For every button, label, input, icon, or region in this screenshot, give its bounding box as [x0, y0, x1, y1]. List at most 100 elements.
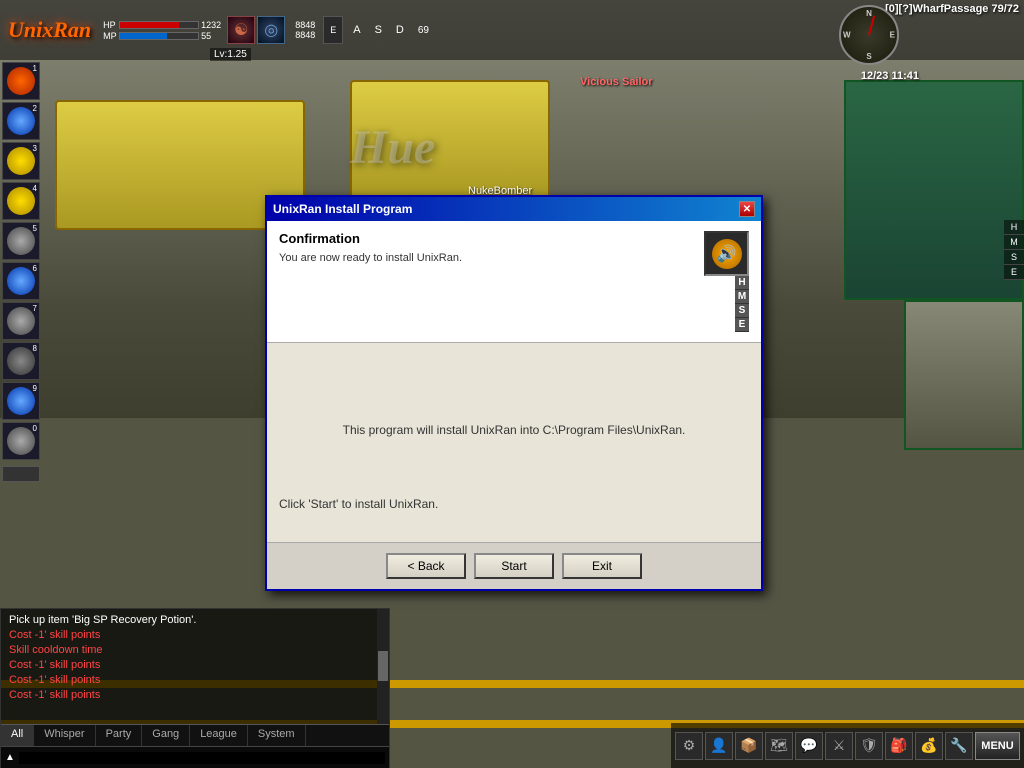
- skill-num-0: 0: [33, 424, 37, 433]
- skill-slot-6[interactable]: 6: [2, 262, 40, 300]
- skill-slot-8[interactable]: 8: [2, 342, 40, 380]
- skill-icon-1: [7, 67, 35, 95]
- compass-needle: [868, 15, 875, 35]
- hp-bar-fill: [120, 22, 179, 28]
- skill-slot-4[interactable]: 4: [2, 182, 40, 220]
- skill-slot-1[interactable]: 1: [2, 62, 40, 100]
- dialog-top-text: Confirmation You are now ready to instal…: [279, 231, 694, 264]
- skill-num-5: 5: [33, 224, 37, 233]
- chat-tab-all[interactable]: All: [1, 725, 34, 746]
- dialog-install-path-text: This program will install UnixRan into C…: [279, 423, 749, 437]
- dialog-icon-box: 🔊: [704, 231, 749, 276]
- skill-num-1: 1: [33, 64, 37, 73]
- dialog-content: Confirmation You are now ready to instal…: [267, 221, 761, 589]
- mini-icon-e: E: [735, 318, 749, 332]
- top-icon-1[interactable]: ☯: [227, 16, 255, 44]
- hp-label: HP: [103, 20, 117, 30]
- compass-w: W: [843, 31, 851, 40]
- br-icon-5[interactable]: 💬: [795, 732, 823, 760]
- install-dialog: UnixRan Install Program ✕ Confirmation Y…: [265, 195, 763, 591]
- chat-input[interactable]: [19, 752, 385, 764]
- top-icon-2[interactable]: ◎: [257, 16, 285, 44]
- mp-bar-fill: [120, 33, 167, 39]
- skill-slot-7[interactable]: 7: [2, 302, 40, 340]
- dialog-exit-button[interactable]: Exit: [562, 553, 642, 579]
- chat-line-1: Cost -1' skill points: [9, 628, 381, 643]
- energy2-val: 8848: [295, 30, 315, 40]
- compass-circle: N S E W: [839, 5, 899, 65]
- speaker-icon: 🔊: [712, 239, 742, 269]
- mp-label: MP: [103, 31, 117, 41]
- dialog-icon-area: 🔊 H M S E: [704, 231, 749, 332]
- right-icon-h: H: [1004, 220, 1024, 235]
- br-icon-7[interactable]: 🛡: [855, 732, 883, 760]
- mp-bar: [119, 32, 199, 40]
- skill-bottom-bar: [2, 466, 40, 482]
- br-icon-3[interactable]: 📦: [735, 732, 763, 760]
- attr-s: S: [375, 24, 382, 36]
- br-icon-6[interactable]: ⚔: [825, 732, 853, 760]
- br-icon-8[interactable]: 🎒: [885, 732, 913, 760]
- val-69: 69: [414, 25, 433, 36]
- skill-icon-9: [7, 387, 35, 415]
- br-icon-10[interactable]: 🔧: [945, 732, 973, 760]
- attr-d: D: [396, 24, 404, 36]
- chat-line-3: Cost -1' skill points: [9, 658, 381, 673]
- chat-scrollbar-thumb[interactable]: [378, 651, 388, 681]
- menu-button[interactable]: MENU: [975, 732, 1020, 760]
- skill-num-2: 2: [33, 104, 37, 113]
- chat-line-5: Cost -1' skill points: [9, 688, 381, 703]
- skill-bar: 1 2 3 4 5 6 7 8 9 0: [0, 60, 42, 484]
- skill-icon-6: [7, 267, 35, 295]
- skill-num-8: 8: [33, 344, 37, 353]
- br-icon-9[interactable]: 💰: [915, 732, 943, 760]
- dialog-titlebar: UnixRan Install Program ✕: [267, 197, 761, 221]
- skill-slot-5[interactable]: 5: [2, 222, 40, 260]
- dialog-section-title: Confirmation: [279, 231, 694, 246]
- container-right: [844, 80, 1024, 300]
- datetime-display: 12/23 11:41: [861, 70, 919, 82]
- hp-mp-group: HP 1232 MP 55: [103, 20, 221, 41]
- attr-labels: A S D: [347, 24, 410, 36]
- mp-value: 55: [201, 31, 211, 41]
- skill-icon-2: [7, 107, 35, 135]
- skill-slot-3[interactable]: 3: [2, 142, 40, 180]
- compass-n: N: [866, 9, 872, 18]
- dialog-close-button[interactable]: ✕: [739, 201, 755, 217]
- skill-slot-0[interactable]: 0: [2, 422, 40, 460]
- bottom-right-panel: ⚙ 👤 📦 🗺 💬 ⚔ 🛡 🎒 💰 🔧 MENU: [671, 723, 1024, 768]
- location-text: [0][?]WharfPassage 79/72: [885, 3, 1019, 15]
- br-icon-4[interactable]: 🗺: [765, 732, 793, 760]
- dialog-back-button[interactable]: < Back: [386, 553, 466, 579]
- skill-slot-9[interactable]: 9: [2, 382, 40, 420]
- skill-icon-4: [7, 187, 35, 215]
- attr-a: A: [353, 24, 360, 36]
- skill-icon-0: [7, 427, 35, 455]
- dialog-top-section: Confirmation You are now ready to instal…: [267, 221, 761, 343]
- chat-tab-party[interactable]: Party: [96, 725, 143, 746]
- skill-slot-2[interactable]: 2: [2, 102, 40, 140]
- level-display: Lv:1.25: [210, 48, 251, 61]
- chat-tabs: All Whisper Party Gang League System: [1, 724, 389, 746]
- right-icon-s: S: [1004, 250, 1024, 265]
- skill-num-9: 9: [33, 384, 37, 393]
- chat-tab-system[interactable]: System: [248, 725, 306, 746]
- chat-scroll[interactable]: Pick up item 'Big SP Recovery Potion'. C…: [1, 609, 389, 724]
- mini-icon-h: H: [735, 276, 749, 290]
- chat-input-row: ▲: [1, 746, 389, 768]
- br-icon-2[interactable]: 👤: [705, 732, 733, 760]
- skill-icon-8: [7, 347, 35, 375]
- dialog-buttons: < Back Start Exit: [267, 543, 761, 589]
- chat-tab-whisper[interactable]: Whisper: [34, 725, 95, 746]
- right-icon-m: M: [1004, 235, 1024, 250]
- dialog-start-button[interactable]: Start: [474, 553, 554, 579]
- chat-tab-gang[interactable]: Gang: [142, 725, 190, 746]
- chat-arrow-icon: ▲: [5, 752, 15, 763]
- dialog-main: This program will install UnixRan into C…: [267, 343, 761, 543]
- dialog-mini-icons: H M S E: [735, 276, 749, 332]
- skill-icon-3: [7, 147, 35, 175]
- chat-tab-league[interactable]: League: [190, 725, 248, 746]
- br-icon-1[interactable]: ⚙: [675, 732, 703, 760]
- mp-bar-container: MP 55: [103, 31, 221, 41]
- chat-scrollbar[interactable]: [377, 609, 389, 724]
